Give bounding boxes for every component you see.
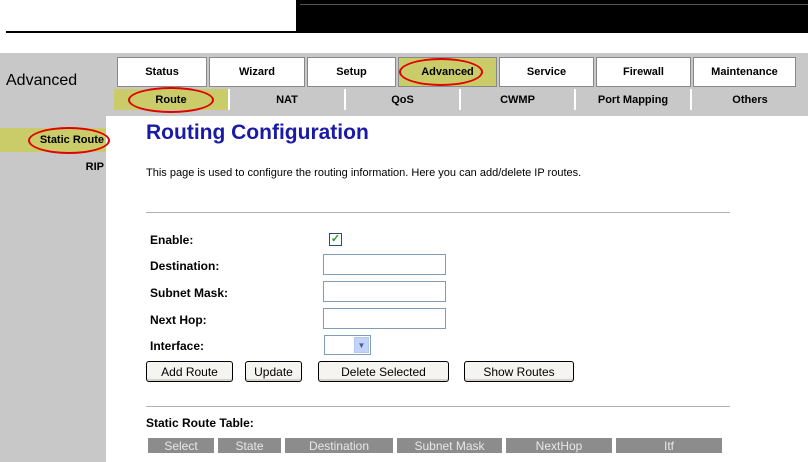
subtab-nat[interactable]: NAT: [230, 89, 346, 110]
destination-input[interactable]: [323, 254, 446, 275]
sub-tabs: Route NAT QoS CWMP Port Mapping Others: [114, 89, 808, 110]
nav-item-rip[interactable]: RIP: [0, 156, 106, 178]
nav-item-label: RIP: [85, 161, 104, 173]
subtab-cwmp[interactable]: CWMP: [461, 89, 576, 110]
column-header-itf: Itf: [616, 438, 722, 453]
tab-label: Advanced: [421, 66, 474, 78]
subnet-mask-label: Subnet Mask:: [150, 286, 229, 300]
add-route-button[interactable]: Add Route: [146, 361, 233, 382]
column-header-nexthop: NextHop: [506, 438, 612, 453]
subtab-label: Others: [732, 93, 768, 106]
update-button[interactable]: Update: [245, 361, 302, 382]
nav-item-static-route[interactable]: Static Route: [0, 128, 106, 152]
tab-setup[interactable]: Setup: [307, 57, 396, 87]
chevron-down-icon[interactable]: ▼: [354, 337, 369, 353]
subtab-port-mapping[interactable]: Port Mapping: [576, 89, 692, 110]
tab-advanced[interactable]: Advanced: [398, 57, 497, 87]
page-description: This page is used to configure the routi…: [146, 167, 582, 179]
subnet-mask-input[interactable]: [323, 281, 446, 302]
subtab-qos[interactable]: QoS: [346, 89, 461, 110]
subtab-label: Route: [155, 93, 187, 106]
destination-label: Destination:: [150, 259, 220, 273]
column-header-state: State: [218, 438, 281, 453]
tab-label: Status: [145, 66, 179, 78]
tab-service[interactable]: Service: [499, 57, 594, 87]
column-header-subnet-mask: Subnet Mask: [397, 438, 502, 453]
subtab-label: Port Mapping: [597, 93, 669, 106]
divider-bottom: [146, 406, 730, 407]
subtab-label: NAT: [276, 93, 298, 106]
table-title: Static Route Table:: [146, 416, 254, 430]
divider-top: [146, 212, 730, 213]
checkmark-icon: ✓: [330, 233, 341, 245]
page-title: Routing Configuration: [146, 121, 369, 144]
subtab-route[interactable]: Route: [114, 89, 230, 110]
subtab-label: CWMP: [500, 93, 535, 106]
top-tabs: Status Wizard Setup Advanced Service Fir…: [117, 57, 798, 87]
tab-firewall[interactable]: Firewall: [596, 57, 691, 87]
section-title: Advanced: [6, 72, 78, 89]
tab-label: Setup: [336, 66, 367, 78]
tab-label: Wizard: [239, 66, 275, 78]
subtab-label: QoS: [391, 93, 414, 106]
header-banner-line: [300, 4, 808, 5]
tab-label: Maintenance: [711, 66, 778, 78]
tab-label: Firewall: [623, 66, 664, 78]
header-left-rule: [6, 31, 296, 33]
column-header-select: Select: [148, 438, 214, 453]
tab-maintenance[interactable]: Maintenance: [693, 57, 796, 87]
subtab-others[interactable]: Others: [692, 89, 808, 110]
static-route-table-header: Select State Destination Subnet Mask Nex…: [148, 438, 726, 453]
enable-label: Enable:: [150, 233, 194, 247]
delete-selected-button[interactable]: Delete Selected: [318, 361, 449, 382]
nav-item-label: Static Route: [39, 134, 104, 146]
column-header-destination: Destination: [285, 438, 393, 453]
next-hop-input[interactable]: [323, 308, 446, 329]
tab-status[interactable]: Status: [117, 57, 207, 87]
left-nav: Static Route RIP: [0, 116, 106, 462]
enable-checkbox[interactable]: ✓: [329, 233, 342, 246]
show-routes-button[interactable]: Show Routes: [464, 361, 574, 382]
next-hop-label: Next Hop:: [150, 313, 207, 327]
tab-wizard[interactable]: Wizard: [209, 57, 305, 87]
interface-select[interactable]: ▼: [324, 335, 371, 355]
tab-label: Service: [526, 66, 567, 78]
interface-label: Interface:: [150, 339, 205, 353]
